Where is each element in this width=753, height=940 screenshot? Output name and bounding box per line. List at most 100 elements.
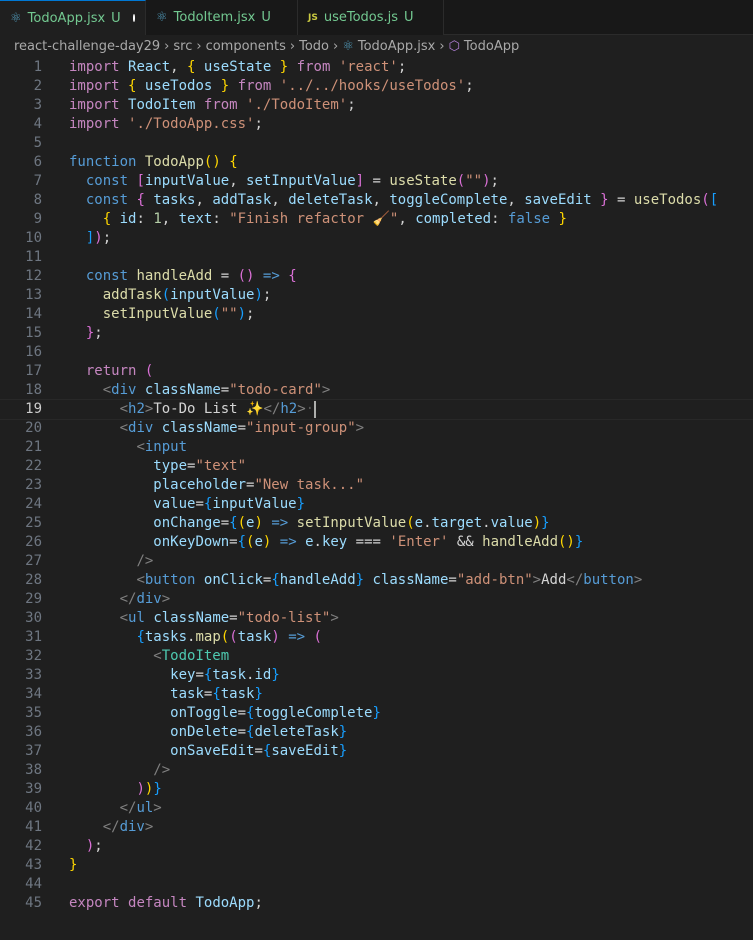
code-token: ; [347,97,356,113]
breadcrumb-item[interactable]: Todo [299,39,329,54]
code-line[interactable]: 34 task={task} [0,685,753,704]
code-line[interactable]: 5 [0,134,753,153]
code-token: from [203,97,238,113]
code-line[interactable]: 39 ))} [0,780,753,799]
code-line[interactable]: 32 <TodoItem [0,647,753,666]
react-icon: ⚛ [342,38,354,54]
code-token: ul [136,800,154,816]
code-line[interactable]: 25 onChange={(e) => setInputValue(e.targ… [0,514,753,533]
line-number: 8 [33,192,42,208]
code-token: onToggle [170,705,238,721]
code-line[interactable]: 19 <h2>To-Do List ✨</h2>· [0,399,753,420]
code-line[interactable]: 11 [0,248,753,267]
code-line[interactable]: 30 <ul className="todo-list"> [0,609,753,628]
code-text: function TodoApp() { [69,153,238,172]
code-line[interactable]: 27 /> [0,552,753,571]
code-line[interactable]: 36 onDelete={deleteTask} [0,723,753,742]
code-line[interactable]: 7 const [inputValue, setInputValue] = us… [0,172,753,191]
code-line[interactable]: 8 const { tasks, addTask, deleteTask, to… [0,191,753,210]
code-line[interactable]: 38 /> [0,761,753,780]
code-token: import [69,97,120,113]
code-line[interactable]: 17 return ( [0,362,753,381]
code-token: className [372,572,449,588]
code-line[interactable]: 37 onSaveEdit={saveEdit} [0,742,753,761]
tab-usetodos-js[interactable]: JS useTodos.js U [298,0,444,35]
code-line[interactable]: 31 {tasks.map((task) => ( [0,628,753,647]
line-number: 32 [25,648,42,664]
code-line[interactable]: 24 value={inputValue} [0,495,753,514]
unsaved-dot-icon[interactable] [132,14,135,22]
code-token: deleteTask [254,724,339,740]
code-line[interactable]: 10 ]); [0,229,753,248]
code-line[interactable]: 13 addTask(inputValue); [0,286,753,305]
code-text: { id: 1, text: "Finish refactor 🧹", comp… [69,210,567,229]
code-token: handleAdd [482,534,558,550]
code-line[interactable]: 18 <div className="todo-card"> [0,381,753,400]
code-line[interactable]: 21 <input [0,438,753,457]
code-line[interactable]: 44 [0,875,753,894]
code-line[interactable]: 35 onToggle={toggleComplete} [0,704,753,723]
code-token: < [153,648,162,664]
code-token: ( [406,515,415,531]
code-line[interactable]: 26 onKeyDown={(e) => e.key === 'Enter' &… [0,533,753,552]
code-token: = [608,192,634,208]
code-token: > [330,610,339,626]
code-line[interactable]: 29 </div> [0,590,753,609]
code-editor[interactable]: 1 import React, { useState } from 'react'… [0,57,753,913]
code-token: return [85,363,137,379]
code-token: ( [701,192,710,208]
code-line[interactable]: 3 import TodoItem from './TodoItem'; [0,96,753,115]
code-line[interactable]: 41 </div> [0,818,753,837]
code-line[interactable]: 14 setInputValue(""); [0,305,753,324]
breadcrumb-item[interactable]: src [173,39,192,54]
code-token: = [254,743,263,759]
breadcrumb-item[interactable]: TodoApp.jsx [358,39,436,54]
code-line[interactable]: 42 ); [0,837,753,856]
code-token: task [212,667,247,683]
code-line[interactable]: 22 type="text" [0,457,753,476]
code-line[interactable]: 12 const handleAdd = () => { [0,267,753,286]
code-line[interactable]: 16 [0,343,753,362]
code-token: } [69,857,78,873]
breadcrumb: react-challenge-day29 › src › components… [0,35,753,57]
code-line[interactable]: 6 function TodoApp() { [0,153,753,172]
code-line[interactable]: 45 export default TodoApp; [0,894,753,913]
breadcrumb-item[interactable]: react-challenge-day29 [14,39,160,54]
code-line[interactable]: 9 { id: 1, text: "Finish refactor 🧹", co… [0,210,753,229]
code-token: => [262,268,280,284]
line-number: 25 [25,515,42,531]
code-token: { [271,572,280,588]
code-token: className [144,382,221,398]
code-token: ) [532,515,542,531]
code-line[interactable]: 2 import { useTodos } from '../../hooks/u… [0,77,753,96]
code-token: { [237,534,247,550]
code-line[interactable]: 20 <div className="input-group"> [0,419,753,438]
code-line[interactable]: 23 placeholder="New task..." [0,476,753,495]
code-token: from [296,59,331,75]
code-token: task [220,686,255,702]
code-line[interactable]: 1 import React, { useState } from 'react'… [0,58,753,77]
tab-todoitem-jsx[interactable]: ⚛ TodoItem.jsx U [146,0,298,35]
code-token: "Finish refactor 🧹" [229,211,399,227]
tab-todoapp-jsx[interactable]: ⚛ TodoApp.jsx U [0,0,146,35]
line-number: 40 [25,800,42,816]
code-text: key={task.id} [69,666,280,685]
code-line[interactable]: 28 <button onClick={handleAdd} className… [0,571,753,590]
tab-bar: ⚛ TodoApp.jsx U ⚛ TodoItem.jsx U JS useT… [0,0,753,35]
code-text: setInputValue(""); [69,305,255,324]
code-line[interactable]: 15 }; [0,324,753,343]
code-line[interactable]: 43} [0,856,753,875]
breadcrumb-item[interactable]: components [206,39,286,54]
code-line[interactable]: 33 key={task.id} [0,666,753,685]
code-line[interactable]: 40 </ul> [0,799,753,818]
breadcrumb-item[interactable]: TodoApp [464,39,519,54]
code-line[interactable]: 4 import './TodoApp.css'; [0,115,753,134]
code-token: ) [271,629,280,645]
